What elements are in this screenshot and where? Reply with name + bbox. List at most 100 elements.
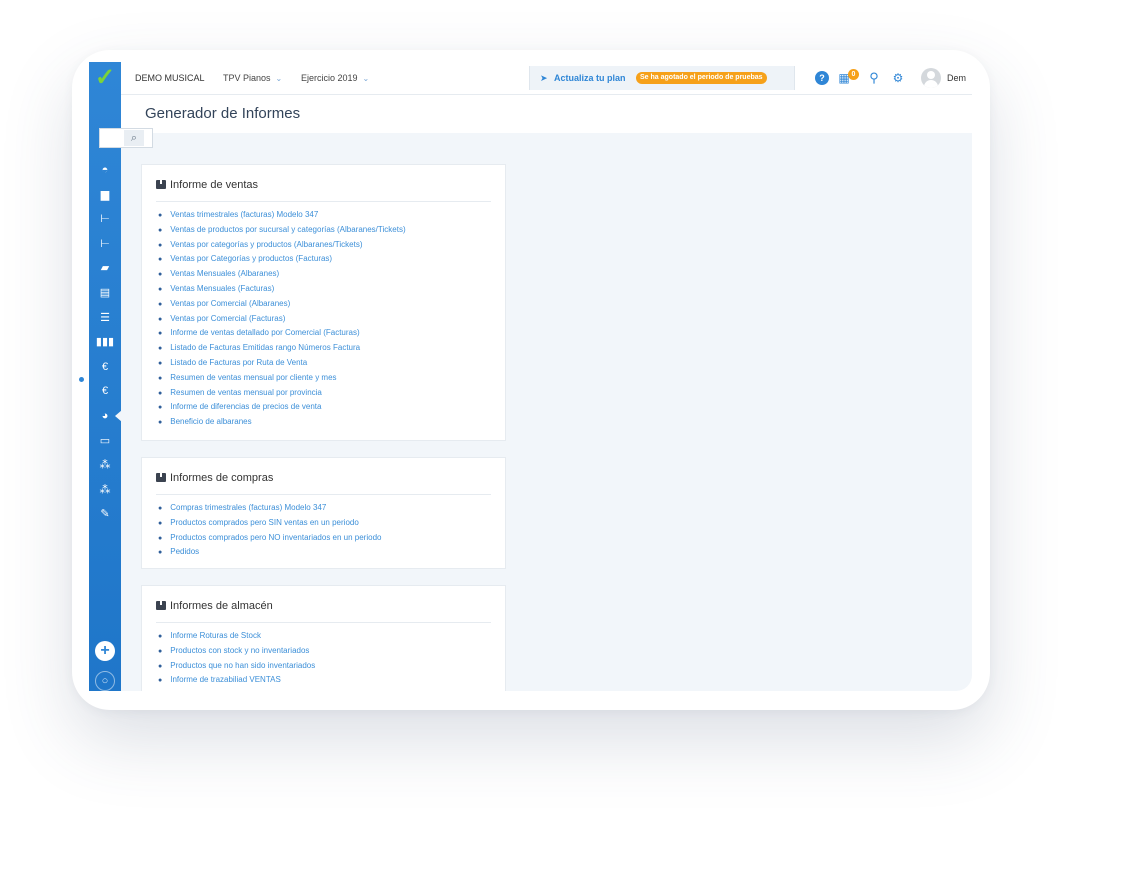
barcode-icon[interactable]: ▮▮▮ [89, 330, 121, 355]
dashboard-icon[interactable]: ◓ [89, 158, 121, 183]
report-link[interactable]: Productos que no han sido inventariados [170, 661, 315, 670]
sidebar-menu: ◓ ▆ ⊢ ⊢ ▰ ▤ ☰ ▮▮▮ € € ◕ ▭ ⁂ ⁂ ✎ [89, 158, 122, 527]
list-item[interactable]: ● Ventas por Comercial (Albaranes) [158, 297, 406, 312]
search-icon[interactable]: ⌕ [124, 130, 144, 146]
top-bar: DEMO MUSICAL TPV Pianos ⌄ Ejercicio 2019 ⌄… [121, 62, 972, 95]
report-link[interactable]: Compras trimestrales (facturas) Modelo 3… [170, 503, 326, 512]
section-title: Informe de ventas [156, 179, 491, 202]
circle-icon[interactable]: ○ [95, 671, 115, 691]
hierarchy-icon[interactable]: ⊢ [89, 232, 121, 257]
bullet-icon: ● [158, 519, 163, 527]
report-link[interactable]: Productos comprados pero NO inventariado… [170, 533, 381, 542]
section-title: Informes de almacén [156, 600, 491, 623]
user-name[interactable]: Dem [947, 62, 966, 94]
upgrade-plan-link[interactable]: Actualiza tu plan [554, 66, 626, 90]
chevron-down-icon: ⌄ [362, 74, 370, 83]
year-selector[interactable]: Ejercicio 2019 ⌄ [301, 62, 369, 94]
wrench-icon[interactable]: ✎ [89, 502, 121, 527]
sidebar-search[interactable]: ⌕ [99, 128, 153, 148]
report-link[interactable]: Productos comprados pero SIN ventas en u… [170, 518, 359, 527]
group-icon[interactable]: ⁂ [89, 453, 121, 478]
euro-icon[interactable]: € [89, 355, 121, 380]
add-icon[interactable]: + [95, 641, 115, 661]
bullet-icon: ● [158, 404, 163, 412]
bullet-icon: ● [158, 285, 163, 293]
report-link[interactable]: Ventas trimestrales (facturas) Modelo 34… [170, 210, 318, 219]
report-link[interactable]: Ventas Mensuales (Albaranes) [170, 269, 279, 278]
report-link[interactable]: Informe de ventas detallado por Comercia… [170, 328, 359, 337]
list-item[interactable]: ● Productos comprados pero NO inventariad… [158, 531, 381, 546]
report-link[interactable]: Ventas de productos por sucursal y categ… [170, 225, 405, 234]
app-logo[interactable]: ✓ [89, 62, 121, 94]
search-icon[interactable]: ⚲ [867, 70, 881, 86]
report-list: ● Ventas trimestrales (facturas) Modelo 3… [158, 208, 406, 430]
list-item[interactable]: ● Ventas Mensuales (Albaranes) [158, 267, 406, 282]
list-icon[interactable]: ☰ [89, 306, 121, 331]
store-icon[interactable]: ▰ [89, 256, 121, 281]
bullet-icon: ● [158, 241, 163, 249]
report-link[interactable]: Ventas por Comercial (Facturas) [170, 314, 285, 323]
list-item[interactable]: ● Resumen de ventas mensual por provincia [158, 386, 406, 401]
list-item[interactable]: ● Ventas por Comercial (Facturas) [158, 312, 406, 327]
list-item[interactable]: ● Informe Roturas de Stock [158, 629, 315, 644]
box-icon [156, 601, 166, 610]
list-item[interactable]: ● Ventas de productos por sucursal y cate… [158, 223, 406, 238]
report-link[interactable]: Pedidos [170, 547, 199, 556]
card-icon[interactable]: ▭ [89, 429, 121, 454]
store-selector[interactable]: TPV Pianos ⌄ [223, 62, 282, 94]
trial-expired-badge: Se ha agotado el periodo de pruebas [636, 72, 767, 84]
report-link[interactable]: Ventas por Categorías y productos (Factu… [170, 254, 332, 263]
bullet-icon: ● [158, 330, 163, 338]
box-icon[interactable]: ▆ [89, 183, 121, 208]
group-icon[interactable]: ⁂ [89, 478, 121, 503]
report-link[interactable]: Ventas Mensuales (Facturas) [170, 284, 274, 293]
report-link[interactable]: Productos con stock y no inventariados [170, 646, 309, 655]
report-link[interactable]: Ventas por categorías y productos (Albar… [170, 240, 362, 249]
list-item[interactable]: ● Compras trimestrales (facturas) Modelo … [158, 501, 381, 516]
report-link[interactable]: Beneficio de albaranes [170, 417, 251, 426]
document-icon[interactable]: ▤ [89, 281, 121, 306]
report-link[interactable]: Informe de diferencias de precios de ven… [170, 402, 321, 411]
section-card: Informe de ventas ● Ventas trimestrales (… [141, 164, 506, 441]
bullet-icon: ● [158, 633, 163, 640]
list-item[interactable]: ● Productos con stock y no inventariados [158, 644, 315, 659]
list-item[interactable]: ● Listado de Facturas por Ruta de Venta [158, 356, 406, 371]
bullet-icon: ● [158, 271, 163, 279]
list-item[interactable]: ● Informe de trazabiliad VENTAS [158, 673, 315, 688]
report-link[interactable]: Listado de Facturas Emitidas rango Númer… [170, 343, 360, 352]
report-link[interactable]: Resumen de ventas mensual por cliente y … [170, 373, 336, 382]
list-item[interactable]: ● Ventas por categorías y productos (Alba… [158, 238, 406, 253]
list-item[interactable]: ● Listado de Facturas Emitidas rango Núme… [158, 341, 406, 356]
report-link[interactable]: Informe Roturas de Stock [170, 631, 261, 640]
list-item[interactable]: ● Productos que no han sido inventariados [158, 659, 315, 674]
euro-icon[interactable]: € [89, 379, 121, 404]
bullet-icon: ● [158, 549, 163, 557]
report-link[interactable]: Listado de Facturas por Ruta de Venta [170, 358, 307, 367]
list-item[interactable]: ● Productos comprados pero SIN ventas en … [158, 516, 381, 531]
section-title-text: Informe de ventas [170, 179, 259, 191]
hierarchy-icon[interactable]: ⊢ [89, 207, 121, 232]
avatar[interactable] [921, 68, 941, 88]
bullet-icon: ● [158, 359, 163, 367]
rocket-icon: ➤ [540, 73, 548, 83]
section-card: Informes de compras ● Compras trimestrale… [141, 457, 506, 569]
upgrade-plan-banner[interactable]: ➤ Actualiza tu plan Se ha agotado el per… [529, 66, 795, 90]
list-item[interactable]: ● Resumen de ventas mensual por cliente y… [158, 371, 406, 386]
help-icon[interactable]: ? [815, 71, 829, 85]
list-item[interactable]: ● Ventas Mensuales (Facturas) [158, 282, 406, 297]
list-item[interactable]: ● Informe de ventas detallado por Comerci… [158, 326, 406, 341]
bullet-icon: ● [158, 647, 163, 655]
list-item[interactable]: ● Ventas por Categorías y productos (Fact… [158, 252, 406, 267]
list-item[interactable]: ● Pedidos [158, 545, 381, 560]
company-name[interactable]: DEMO MUSICAL [135, 62, 205, 94]
list-item[interactable]: ● Informe de diferencias de precios de ve… [158, 400, 406, 415]
list-item[interactable]: ● Beneficio de albaranes [158, 415, 406, 430]
list-item[interactable]: ● Ventas trimestrales (facturas) Modelo 3… [158, 208, 406, 223]
report-link[interactable]: Informe de trazabiliad VENTAS [170, 675, 281, 684]
pie-chart-icon[interactable]: ◕ [89, 404, 122, 429]
bullet-icon: ● [158, 662, 163, 670]
gear-icon[interactable]: ⚙ [891, 70, 905, 86]
bullet-icon: ● [158, 226, 163, 234]
report-link[interactable]: Ventas por Comercial (Albaranes) [170, 299, 290, 308]
report-link[interactable]: Resumen de ventas mensual por provincia [170, 388, 322, 397]
